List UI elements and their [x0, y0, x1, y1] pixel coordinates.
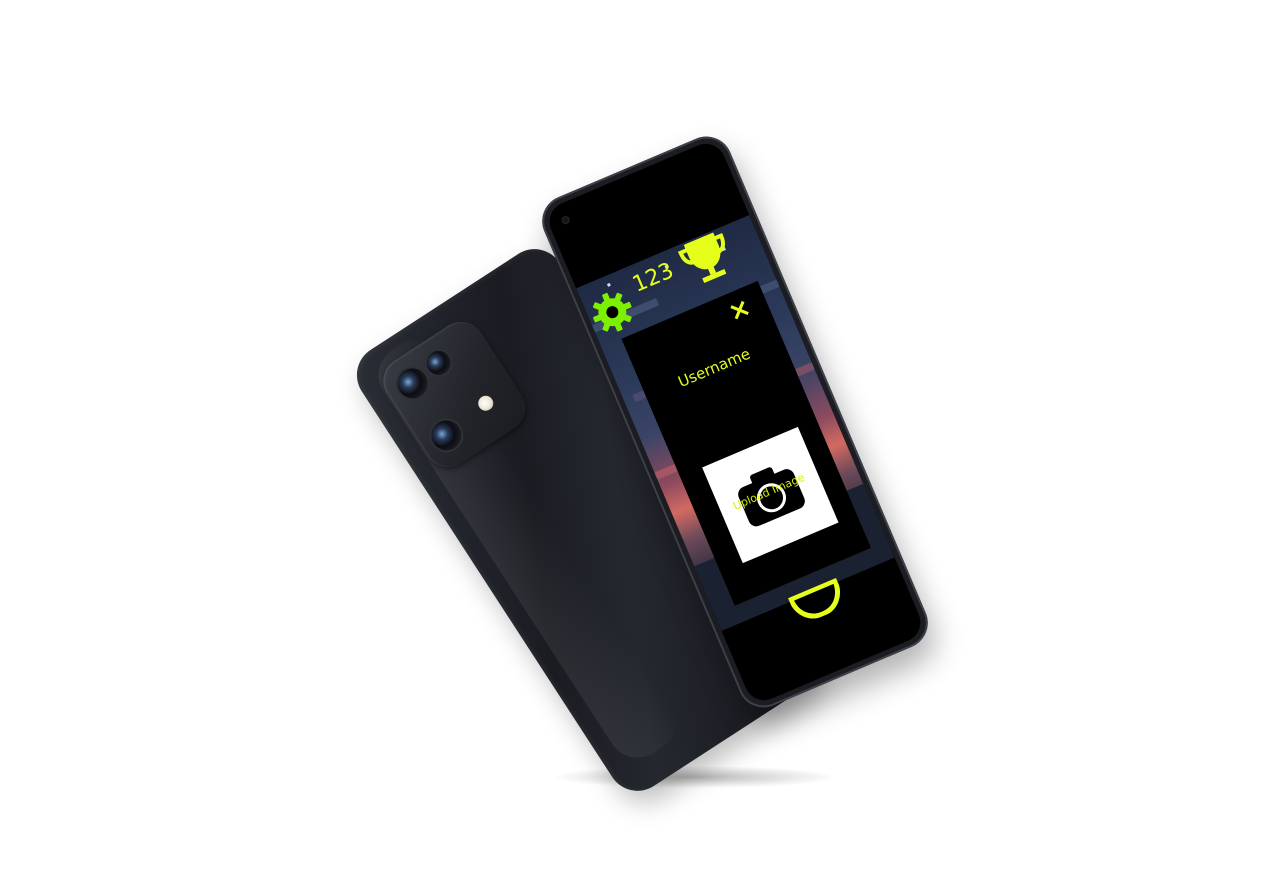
camera-lens — [391, 362, 434, 405]
upload-image-button[interactable]: Upload Image — [702, 426, 839, 564]
camera-lens — [425, 414, 468, 457]
camera-lens — [422, 346, 456, 380]
mockup-stage: 123 × Username Upload Image — [0, 0, 1280, 896]
username-label[interactable]: Username — [643, 331, 786, 405]
background-star — [606, 282, 611, 287]
flash-light — [475, 392, 497, 414]
front-camera — [561, 216, 570, 225]
close-button[interactable]: × — [721, 292, 758, 329]
camera-module — [374, 312, 535, 477]
floor-shadow — [555, 766, 835, 788]
